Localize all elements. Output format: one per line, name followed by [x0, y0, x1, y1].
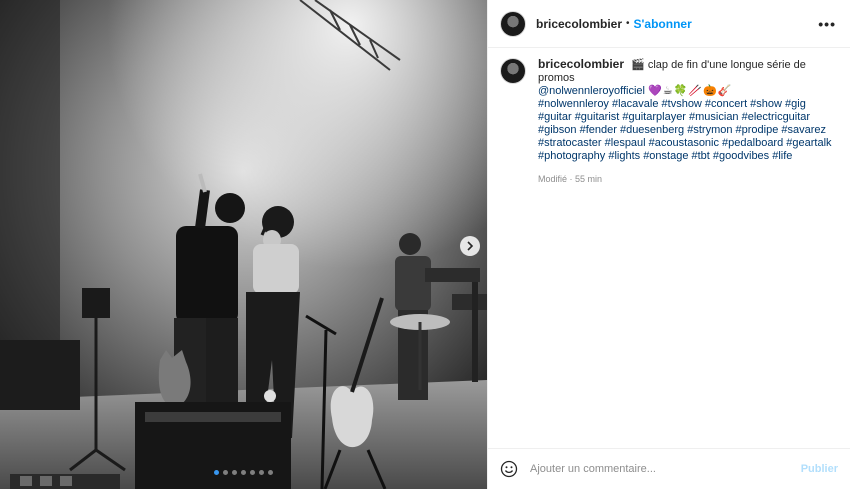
caption-body: bricecolombier 🎬 clap de fin d'une longu…: [538, 58, 840, 186]
author-username[interactable]: bricecolombier: [536, 17, 622, 31]
post-timestamp: Modifié · 55 min: [538, 174, 603, 184]
comment-bar: Publier: [488, 448, 850, 489]
caption-username[interactable]: bricecolombier: [538, 57, 624, 71]
carousel-dot: [223, 470, 228, 475]
hashtags[interactable]: #nolwennleroy #lacavale #tvshow #concert…: [538, 98, 832, 162]
post-photo[interactable]: [0, 0, 487, 489]
header-separator: •: [626, 18, 630, 29]
carousel-dot: [214, 470, 219, 475]
emoji-smile-icon[interactable]: [500, 460, 518, 478]
follow-button[interactable]: S'abonner: [634, 17, 692, 31]
caption: bricecolombier 🎬 clap de fin d'une longu…: [500, 58, 840, 186]
carousel-next-button[interactable]: [460, 236, 480, 256]
carousel-dot: [268, 470, 273, 475]
comment-input[interactable]: [528, 462, 801, 476]
post-header: bricecolombier • S'abonner •••: [488, 0, 850, 48]
carousel-dots: [0, 470, 487, 475]
avatar[interactable]: [500, 10, 526, 37]
carousel-dot: [241, 470, 246, 475]
publish-button[interactable]: Publier: [801, 463, 838, 475]
more-options-icon[interactable]: •••: [818, 16, 836, 32]
post-sidebar: bricecolombier • S'abonner ••• bricecolo…: [487, 0, 850, 489]
caption-emojis: 💜☕🍀🥢🎃🎸: [648, 85, 733, 97]
concert-photo: [0, 0, 487, 489]
carousel-dot: [250, 470, 255, 475]
carousel-dot: [232, 470, 237, 475]
chevron-right-icon: [467, 241, 474, 251]
carousel-dot: [259, 470, 264, 475]
mention-link[interactable]: @nolwennleroyofficiel: [538, 85, 645, 97]
caption-avatar[interactable]: [500, 58, 526, 84]
